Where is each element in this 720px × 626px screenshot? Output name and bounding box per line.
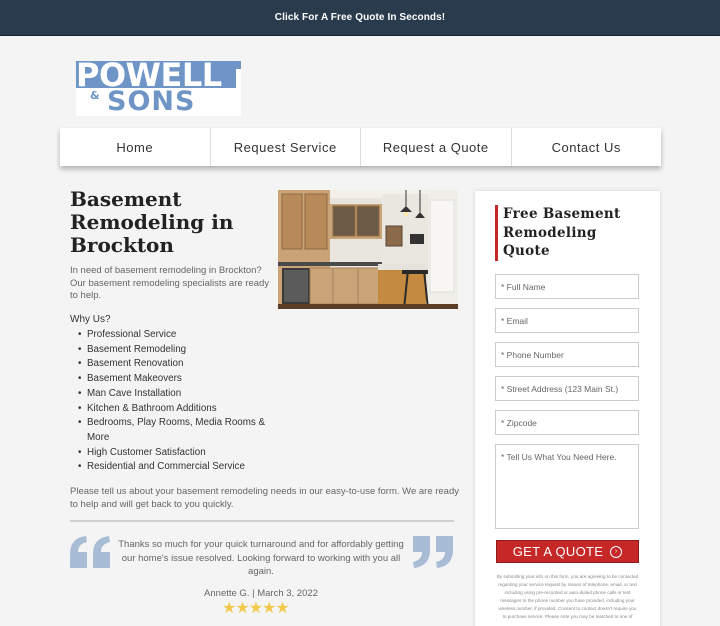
- phone-field[interactable]: [495, 342, 639, 367]
- logo-edge: [236, 69, 241, 116]
- nav-item-home[interactable]: Home: [60, 128, 211, 166]
- list-item: Bedrooms, Play Rooms, Media Rooms & More: [78, 416, 278, 445]
- message-field[interactable]: [495, 444, 639, 529]
- list-item: Kitchen & Bathroom Additions: [78, 402, 278, 417]
- full-name-field[interactable]: [495, 274, 639, 299]
- testimonial-author: Annette G. | March 3, 2022: [204, 588, 318, 599]
- basement-kitchen-photo: [278, 190, 458, 309]
- why-us-label: Why Us?: [70, 314, 111, 325]
- consent-disclaimer: By submitting your info on this form, yo…: [496, 574, 639, 619]
- list-item: Professional Service: [78, 328, 278, 343]
- email-field[interactable]: [495, 308, 639, 333]
- list-item: Basement Remodeling: [78, 343, 278, 358]
- free-quote-banner-link[interactable]: Click For A Free Quote In Seconds!: [275, 12, 445, 23]
- outro-text: Please tell us about your basement remod…: [70, 486, 460, 510]
- page-title: Basement Remodeling in Brockton: [70, 187, 234, 257]
- nav-item-request-service[interactable]: Request Service: [211, 128, 361, 166]
- logo-ampersand: &: [90, 89, 100, 102]
- company-logo[interactable]: POWELL & SONS: [76, 61, 241, 116]
- street-address-field[interactable]: [495, 376, 639, 401]
- services-list: Professional Service Basement Remodeling…: [78, 328, 278, 475]
- testimonial-quote: Thanks so much for your quick turnaround…: [118, 539, 404, 577]
- list-item: Basement Renovation: [78, 357, 278, 372]
- close-quote-icon: [413, 536, 453, 568]
- rating-stars-icon: ★★★★★: [222, 600, 290, 617]
- logo-text-sons: SONS: [107, 86, 196, 117]
- list-item: High Customer Satisfaction: [78, 446, 278, 461]
- main-nav: Home Request Service Request a Quote Con…: [60, 128, 661, 166]
- list-item: Residential and Commercial Service: [78, 460, 278, 475]
- intro-text: In need of basement remodeling in Brockt…: [70, 265, 270, 301]
- section-divider: [70, 520, 454, 522]
- zipcode-field[interactable]: [495, 410, 639, 435]
- get-quote-label: GET A QUOTE: [512, 544, 604, 559]
- list-item: Basement Makeovers: [78, 372, 278, 387]
- open-quote-icon: [70, 536, 110, 568]
- nav-item-request-quote[interactable]: Request a Quote: [361, 128, 512, 166]
- chevron-right-icon: ›: [610, 545, 623, 558]
- nav-item-contact-us[interactable]: Contact Us: [512, 128, 662, 166]
- list-item: Man Cave Installation: [78, 387, 278, 402]
- form-title: Free Basement Remodeling Quote: [495, 205, 635, 261]
- get-quote-button[interactable]: GET A QUOTE ›: [496, 540, 639, 563]
- top-banner: Click For A Free Quote In Seconds!: [0, 0, 720, 36]
